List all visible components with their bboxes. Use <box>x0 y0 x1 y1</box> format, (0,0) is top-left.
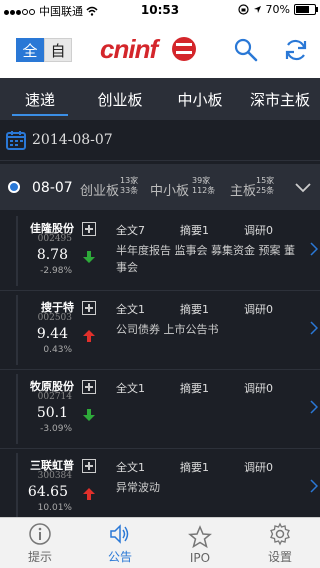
chevron-down-icon[interactable] <box>294 178 312 196</box>
chevron-right-icon[interactable] <box>310 242 318 256</box>
group-count-main: 15家 25条 <box>256 176 274 196</box>
announcement-list: 佳隆股份 002495 8.78 -2.98% 全文7 摘要1 调研0 半年度报… <box>0 212 320 528</box>
add-watchlist-button[interactable] <box>82 301 96 315</box>
tab-sme[interactable]: 中小板 <box>160 78 240 120</box>
research-count[interactable]: 调研0 <box>244 301 273 317</box>
summary-count[interactable]: 摘要1 <box>180 222 209 238</box>
fulltext-count[interactable]: 全文1 <box>116 380 145 396</box>
current-date: 2014-08-07 <box>32 132 113 148</box>
nav-label: 设置 <box>267 550 292 564</box>
tab-chinext[interactable]: 创业板 <box>80 78 160 120</box>
search-icon[interactable] <box>232 36 260 64</box>
location-icon <box>253 6 261 13</box>
list-item[interactable]: 搜于特 002503 9.44 0.43% 全文1 摘要1 调研0 公司债券 上… <box>0 291 320 370</box>
group-category-sme: 中小板 <box>150 184 190 199</box>
nav-label: IPO <box>189 551 211 565</box>
nav-label: 提示 <box>27 550 52 564</box>
summary-count[interactable]: 摘要1 <box>180 380 209 396</box>
arrow-up-icon <box>83 330 95 342</box>
arrow-up-icon <box>83 488 95 500</box>
summary-count[interactable]: 摘要1 <box>180 459 209 475</box>
stock-code: 300384 <box>37 471 72 481</box>
add-watchlist-button[interactable] <box>82 459 96 473</box>
tab-sz-main[interactable]: 深市主板 <box>240 78 320 120</box>
count-companies: 39家 <box>192 176 211 185</box>
stock-code: 002714 <box>37 392 72 402</box>
speaker-icon <box>110 524 129 544</box>
bottom-tab-bar: 提示 公告 IPO 设置 <box>0 517 320 568</box>
date-bar: 2014-08-07 <box>0 120 320 161</box>
add-watchlist-button[interactable] <box>82 380 96 394</box>
scope-toggle: 全 自 <box>16 38 72 62</box>
calendar-icon[interactable] <box>6 130 26 150</box>
timeline-dot-icon <box>8 181 20 193</box>
info-icon <box>29 523 51 545</box>
group-date: 08-07 <box>32 180 73 196</box>
stock-price: 64.65 <box>27 484 68 500</box>
group-category-chinext: 创业板 <box>80 184 120 199</box>
count-companies: 15家 <box>256 176 275 185</box>
count-items: 25条 <box>256 186 275 195</box>
nav-ipo[interactable]: IPO <box>160 518 240 568</box>
app-logo: cninf <box>100 34 158 64</box>
fulltext-count[interactable]: 全文1 <box>116 459 145 475</box>
logo-mark-icon <box>172 37 196 61</box>
status-bar: 中国联通 10:53 70% <box>0 0 320 20</box>
stock-change: 10.01% <box>37 503 72 513</box>
research-count[interactable]: 调研0 <box>244 459 273 475</box>
count-items: 112条 <box>192 186 216 195</box>
announcement-tags: 公司债券 上市公告书 <box>116 323 219 336</box>
tab-express[interactable]: 速递 <box>0 78 80 120</box>
announcement-tags: 半年度报告 监事会 募集资金 预案 董事会 <box>116 244 295 274</box>
arrow-down-icon <box>83 409 95 421</box>
list-item[interactable]: 牧原股份 002714 50.1 -3.09% 全文1 摘要1 调研0 <box>0 370 320 449</box>
battery-percent: 70% <box>265 3 290 16</box>
stock-change: -2.98% <box>40 266 72 276</box>
nav-settings[interactable]: 设置 <box>240 518 320 568</box>
nav-announcements[interactable]: 公告 <box>80 518 160 568</box>
star-icon <box>188 525 212 549</box>
group-count-sme: 39家 112条 <box>192 176 215 196</box>
fulltext-count[interactable]: 全文7 <box>116 222 145 238</box>
chevron-right-icon[interactable] <box>310 479 318 493</box>
board-tabs: 速递 创业板 中小板 深市主板 <box>0 78 320 120</box>
stock-code: 002495 <box>37 234 72 244</box>
research-count[interactable]: 调研0 <box>244 222 273 238</box>
gear-icon <box>270 522 290 546</box>
group-category-main: 主板 <box>230 184 257 199</box>
group-count-chinext: 13家 33条 <box>120 176 138 196</box>
list-item[interactable]: 佳隆股份 002495 8.78 -2.98% 全文7 摘要1 调研0 半年度报… <box>0 212 320 291</box>
count-companies: 13家 <box>120 176 139 185</box>
stock-change: -3.09% <box>40 424 72 434</box>
research-count[interactable]: 调研0 <box>244 380 273 396</box>
chevron-right-icon[interactable] <box>310 321 318 335</box>
refresh-icon[interactable] <box>282 36 310 64</box>
stock-price: 8.78 <box>36 247 68 263</box>
fulltext-count[interactable]: 全文1 <box>116 301 145 317</box>
nav-tips[interactable]: 提示 <box>0 518 80 568</box>
stock-price: 9.44 <box>36 326 68 342</box>
add-watchlist-button[interactable] <box>82 222 96 236</box>
stock-change: 0.43% <box>43 345 72 355</box>
stock-code: 002503 <box>37 313 72 323</box>
arrow-down-icon <box>83 251 95 263</box>
summary-count[interactable]: 摘要1 <box>180 301 209 317</box>
chevron-right-icon[interactable] <box>310 400 318 414</box>
nav-label: 公告 <box>107 550 132 564</box>
count-items: 33条 <box>120 186 139 195</box>
app-header: 全 自 cninf <box>0 20 320 78</box>
stock-price: 50.1 <box>36 405 68 421</box>
toggle-all-button[interactable]: 全 <box>16 38 44 62</box>
date-group-header[interactable]: 08-07 创业板 13家 33条 中小板 39家 112条 主板 15家 25条 <box>0 164 320 210</box>
announcement-tags: 异常波动 <box>116 481 160 494</box>
toggle-self-button[interactable]: 自 <box>44 38 72 62</box>
battery-icon <box>294 4 318 15</box>
lock-rotation-icon <box>237 4 249 15</box>
